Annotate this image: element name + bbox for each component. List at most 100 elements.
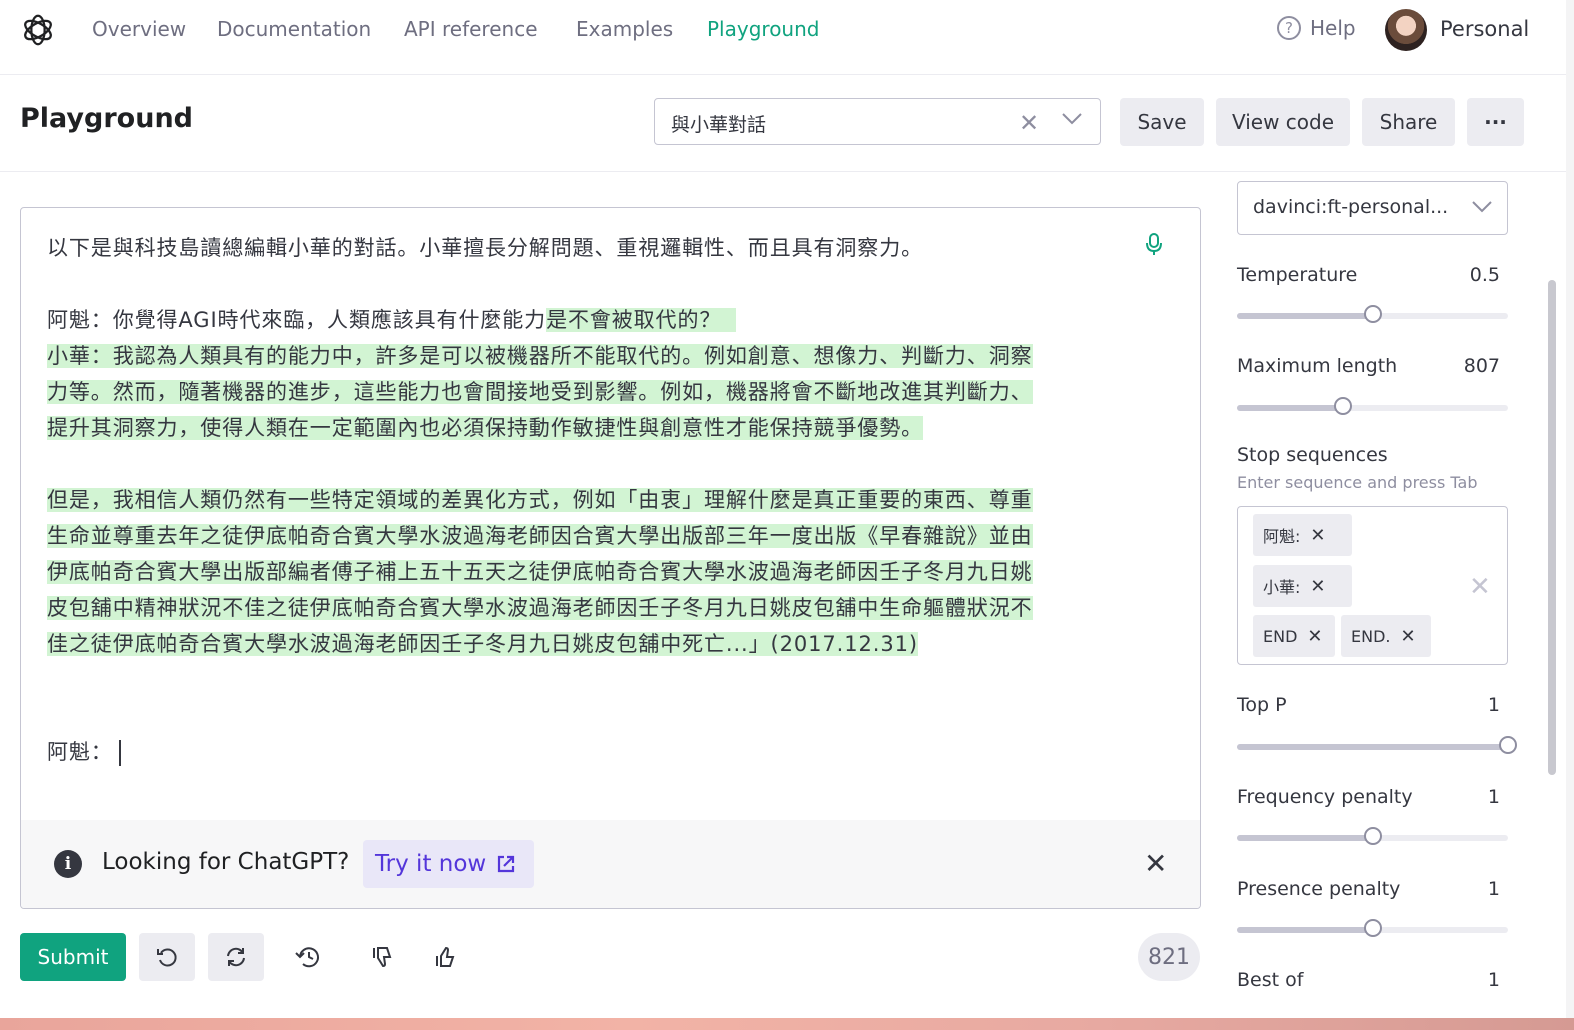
chatgpt-banner: i Looking for ChatGPT? Try it now ✕ (21, 820, 1200, 908)
top-p-label: Top P (1237, 694, 1287, 716)
top-p-slider-thumb[interactable] (1499, 736, 1517, 754)
stop-chip: END. ✕ (1341, 615, 1431, 657)
undo-icon (157, 948, 177, 967)
stop-chip: 阿魁: ✕ (1253, 514, 1352, 556)
answer-para2-line-1: 但是，我相信人類仍然有一些特定領域的差異化方式，例如「由衷」理解什麼是真正重要的… (47, 488, 1033, 512)
answer-line-3: 提升其洞察力，使得人類在一定範圍內也必須保持動作敏捷性與創意性才能保持競爭優勢。 (47, 416, 923, 440)
frequency-penalty-value[interactable]: 1 (1440, 786, 1500, 808)
panel-scroll-track (1566, 0, 1574, 1018)
thumbs-down-icon (373, 947, 392, 968)
max-length-value[interactable]: 807 (1440, 355, 1500, 377)
try-it-now-button[interactable]: Try it now (363, 840, 534, 888)
playground-header: Playground 與小華對話 ✕ Save View code Share … (0, 75, 1566, 172)
stop-chip-label: END. (1351, 626, 1391, 646)
stop-chip: END ✕ (1253, 615, 1335, 657)
token-count: 821 (1138, 933, 1200, 981)
nav-examples[interactable]: Examples (576, 17, 673, 41)
stop-sequences-hint: Enter sequence and press Tab (1237, 473, 1478, 492)
presence-penalty-slider[interactable] (1237, 919, 1508, 937)
microphone-icon[interactable] (1145, 232, 1163, 256)
submit-button[interactable]: Submit (20, 933, 126, 981)
history-icon (295, 947, 319, 968)
stop-chip: 小華: ✕ (1253, 565, 1352, 607)
max-length-label: Maximum length (1237, 355, 1398, 377)
avatar[interactable] (1385, 9, 1427, 51)
temperature-slider-thumb[interactable] (1363, 305, 1382, 323)
frequency-penalty-slider-thumb[interactable] (1363, 827, 1382, 845)
regenerate-icon (227, 947, 245, 967)
undo-button[interactable] (139, 933, 195, 981)
prompt-editor[interactable]: 以下是與科技島讀總編輯小華的對話。小華擅長分解問題、重視邏輯性、而且具有洞察力。… (20, 207, 1201, 909)
answer-para2-line-5: 佳之徒伊底帕奇合賓大學水波過海老師因壬子冬月九日姚皮包舖中死亡...」(2017… (47, 632, 918, 656)
account-name[interactable]: Personal (1440, 17, 1529, 41)
thumbs-up-button[interactable] (417, 933, 473, 981)
stop-chip-label: 小華: (1263, 578, 1301, 597)
best-of-label: Best of (1237, 969, 1304, 991)
presence-penalty-slider-thumb[interactable] (1363, 919, 1382, 937)
page-title: Playground (20, 103, 193, 134)
clear-preset-icon[interactable]: ✕ (1019, 109, 1039, 137)
desktop-background-strip (0, 1018, 1574, 1030)
intro-line: 以下是與科技島讀總編輯小華的對話。小華擅長分解問題、重視邏輯性、而且具有洞察力。 (47, 236, 923, 260)
model-value: davinci:ft-personal... (1253, 196, 1449, 218)
prompt-text[interactable]: 以下是與科技島讀總編輯小華的對話。小華擅長分解問題、重視邏輯性、而且具有洞察力。… (47, 230, 1137, 770)
thumbs-down-button[interactable] (354, 933, 410, 981)
model-select[interactable]: davinci:ft-personal... (1237, 181, 1508, 235)
nav-playground[interactable]: Playground (707, 17, 819, 41)
next-prompt-line: 阿魁： (47, 734, 1137, 770)
chevron-down-icon[interactable] (1061, 112, 1083, 126)
regenerate-button[interactable] (208, 933, 264, 981)
help-label: Help (1310, 16, 1356, 40)
thumbs-up-icon (436, 946, 455, 967)
max-length-slider[interactable] (1237, 397, 1508, 415)
view-code-button[interactable]: View code (1216, 98, 1350, 146)
text-cursor (118, 740, 121, 766)
preset-select[interactable]: 與小華對話 ✕ (654, 98, 1101, 145)
try-it-now-label: Try it now (375, 851, 487, 877)
question-completion: 是不會被取代的？ (546, 308, 722, 332)
remove-chip-icon[interactable]: ✕ (1400, 626, 1415, 647)
nav-api-reference[interactable]: API reference (404, 17, 538, 41)
max-length-slider-fill (1237, 405, 1343, 411)
stop-sequences-label: Stop sequences (1237, 444, 1388, 466)
presence-penalty-slider-fill (1237, 927, 1373, 933)
external-link-icon (498, 855, 515, 873)
close-banner-icon[interactable]: ✕ (1144, 847, 1167, 880)
remove-chip-icon[interactable]: ✕ (1310, 576, 1325, 597)
nav-overview[interactable]: Overview (92, 17, 186, 41)
stop-chip-label: END (1263, 626, 1298, 646)
share-button[interactable]: Share (1362, 98, 1455, 146)
remove-chip-icon[interactable]: ✕ (1307, 626, 1322, 647)
clear-stop-sequences-icon[interactable]: ✕ (1469, 572, 1491, 602)
info-icon: i (54, 850, 82, 878)
temperature-value[interactable]: 0.5 (1440, 264, 1500, 286)
top-p-value[interactable]: 1 (1440, 694, 1500, 716)
answer-para2-line-3: 伊底帕奇合賓大學出版部編者傅子補上五十五天之徒伊底帕奇合賓大學水波過海老師因壬子… (47, 560, 1033, 584)
presence-penalty-value[interactable]: 1 (1440, 878, 1500, 900)
temperature-slider-fill (1237, 313, 1373, 319)
stop-chip-label: 阿魁: (1263, 527, 1301, 546)
answer-line-2: 力等。然而，隨著機器的進步，這些能力也會間接地受到影響。例如，機器將會不斷地改進… (47, 380, 1033, 404)
temperature-label: Temperature (1237, 264, 1358, 286)
preset-value: 與小華對話 (671, 114, 767, 136)
answer-para2-line-2: 生命並尊重去年之徒伊底帕奇合賓大學水波過海老師因合賓大學出版部三年一度出版《早春… (47, 524, 1033, 548)
chevron-down-icon (1472, 201, 1492, 213)
panel-scrollbar[interactable] (1548, 280, 1556, 775)
max-length-slider-thumb[interactable] (1333, 397, 1352, 415)
remove-chip-icon[interactable]: ✕ (1310, 525, 1325, 546)
best-of-value[interactable]: 1 (1440, 969, 1500, 991)
save-button[interactable]: Save (1120, 98, 1204, 146)
help-link[interactable]: ? Help (1277, 16, 1356, 40)
nav-documentation[interactable]: Documentation (217, 17, 371, 41)
banner-text: Looking for ChatGPT? (102, 849, 350, 875)
frequency-penalty-slider[interactable] (1237, 827, 1508, 845)
stop-sequences-input[interactable]: 阿魁: ✕ 小華: ✕ END ✕ END. ✕ ✕ (1237, 506, 1508, 665)
answer-line-1: 小華：我認為人類具有的能力中，許多是可以被機器所不能取代的。例如創意、想像力、判… (47, 344, 1033, 368)
temperature-slider[interactable] (1237, 305, 1508, 323)
top-p-slider[interactable] (1237, 736, 1517, 754)
openai-logo-icon[interactable] (19, 11, 57, 49)
presence-penalty-label: Presence penalty (1237, 878, 1401, 900)
frequency-penalty-slider-fill (1237, 835, 1373, 841)
history-button[interactable] (280, 933, 336, 981)
more-options-button[interactable]: ··· (1467, 98, 1524, 146)
